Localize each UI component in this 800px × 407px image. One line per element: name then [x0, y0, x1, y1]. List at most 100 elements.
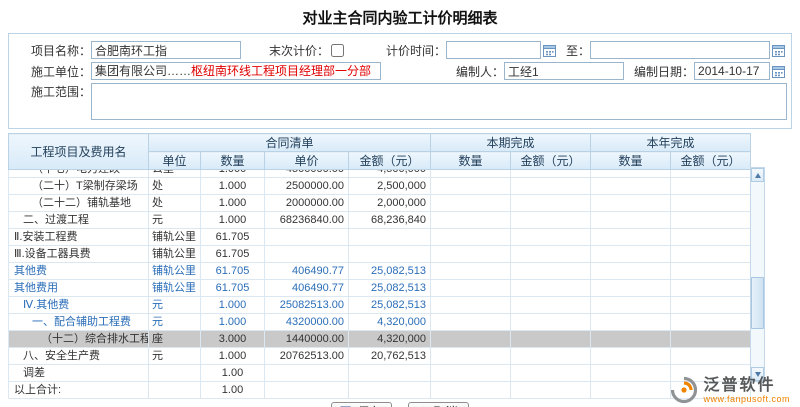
table-row[interactable]: 以上合计:1.00	[9, 382, 751, 399]
compiler-input[interactable]	[504, 62, 624, 80]
value-cell: 铺轨公里	[149, 280, 201, 297]
column-header-quantity: 数量	[591, 152, 671, 170]
value-cell	[591, 331, 671, 348]
table-row[interactable]: （十七）电力迁改公里1.0004500000.004,500,000	[9, 170, 751, 178]
value-cell	[511, 280, 591, 297]
value-cell	[671, 195, 751, 212]
value-cell	[431, 280, 511, 297]
value-cell	[265, 246, 349, 263]
scrollbar-thumb[interactable]	[751, 277, 764, 329]
scrollbar-track[interactable]	[751, 182, 764, 367]
table-row[interactable]: 二、过渡工程元1.00068236840.0068,236,840	[9, 212, 751, 229]
last-pricing-checkbox[interactable]	[331, 44, 344, 57]
scope-textarea[interactable]	[91, 83, 787, 120]
value-cell: 20,762,513	[349, 348, 431, 365]
value-cell	[349, 365, 431, 382]
save-button[interactable]: 保存	[331, 402, 392, 407]
column-header-item-name: 工程项目及费用名	[9, 134, 149, 170]
fanpu-logo-icon	[670, 376, 698, 404]
value-cell: 25,082,513	[349, 263, 431, 280]
to-label: 至：	[566, 42, 590, 59]
value-cell: 2000000.00	[265, 195, 349, 212]
table-row[interactable]: 一、配合辅助工程费元1.0004320000.004,320,000	[9, 314, 751, 331]
value-cell	[431, 297, 511, 314]
value-cell	[431, 365, 511, 382]
value-cell	[671, 229, 751, 246]
value-cell: 4,320,000	[349, 331, 431, 348]
value-cell: 2,500,000	[349, 178, 431, 195]
value-cell: 1.000	[201, 348, 265, 365]
value-cell	[431, 331, 511, 348]
value-cell: 1.000	[201, 195, 265, 212]
item-name-cell: Ⅱ.安装工程费	[9, 229, 149, 246]
table-row[interactable]: 八、安全生产费元1.00020762513.0020,762,513	[9, 348, 751, 365]
value-cell	[431, 382, 511, 399]
item-name-cell: 一、配合辅助工程费	[9, 314, 149, 331]
compiler-label: 编制人：	[456, 63, 504, 80]
scope-label: 施工范围：	[9, 83, 91, 100]
compile-date-input[interactable]	[694, 62, 770, 80]
pricing-time-input[interactable]	[446, 41, 541, 59]
value-cell: 4,320,000	[349, 314, 431, 331]
value-cell: 61.705	[201, 263, 265, 280]
value-cell: 公里	[149, 170, 201, 178]
group-header-current-year: 本年完成	[591, 134, 751, 152]
table-row[interactable]: （十二）综合排水工程（含给...座3.0001440000.004,320,00…	[9, 331, 751, 348]
value-cell: 68236840.00	[265, 212, 349, 229]
value-cell: 406490.77	[265, 263, 349, 280]
logo-url: www.fanpusoft.com	[703, 394, 790, 404]
column-header-amount: 金额（元）	[671, 152, 751, 170]
value-cell: 1.00	[201, 382, 265, 399]
value-cell	[591, 170, 671, 178]
table-row[interactable]: （二十二）铺轨基地处1.0002000000.002,000,000	[9, 195, 751, 212]
project-name-input[interactable]	[91, 41, 241, 59]
value-cell	[431, 178, 511, 195]
construction-unit-main: 枢纽南环线工程项目经理部一分部	[191, 64, 371, 78]
value-cell	[591, 178, 671, 195]
value-cell: 25,082,513	[349, 297, 431, 314]
item-name-cell: （二十二）铺轨基地	[9, 195, 149, 212]
table-row[interactable]: （二十）T梁制存梁场处1.0002500000.002,500,000	[9, 178, 751, 195]
form-row-3: 施工范围：	[9, 83, 787, 120]
calendar-icon[interactable]	[772, 65, 785, 78]
scroll-up-button[interactable]	[751, 168, 764, 182]
value-cell	[349, 229, 431, 246]
value-cell	[671, 331, 751, 348]
vertical-scrollbar[interactable]	[750, 167, 765, 382]
value-cell: 4500000.00	[265, 170, 349, 178]
value-cell: 406490.77	[265, 280, 349, 297]
fanpu-logo: 泛普软件 www.fanpusoft.com	[670, 376, 790, 404]
construction-unit-prefix: 集团有限公司……	[95, 64, 191, 78]
item-name-cell: 其他费用	[9, 280, 149, 297]
table-row[interactable]: 其他费用铺轨公里61.705406490.7725,082,513	[9, 280, 751, 297]
cancel-button[interactable]: 取消	[408, 402, 469, 407]
value-cell: 处	[149, 195, 201, 212]
group-header-contract-list: 合同清单	[149, 134, 431, 152]
compile-date-label: 编制日期：	[634, 63, 694, 80]
item-name-cell: 八、安全生产费	[9, 348, 149, 365]
value-cell: 25,082,513	[349, 280, 431, 297]
table-row[interactable]: 其他费铺轨公里61.705406490.7725,082,513	[9, 263, 751, 280]
value-cell	[511, 246, 591, 263]
table-row[interactable]: 调差1.00	[9, 365, 751, 382]
item-name-cell: Ⅳ.其他费	[9, 297, 149, 314]
value-cell: 1.000	[201, 314, 265, 331]
value-cell: 铺轨公里	[149, 263, 201, 280]
value-cell	[431, 348, 511, 365]
value-cell	[511, 348, 591, 365]
table-row[interactable]: Ⅱ.安装工程费铺轨公里61.705	[9, 229, 751, 246]
table-row[interactable]: Ⅲ.设备工器具费铺轨公里61.705	[9, 246, 751, 263]
calendar-icon[interactable]	[772, 44, 785, 57]
to-date-input[interactable]	[590, 41, 770, 59]
calendar-icon[interactable]	[543, 44, 556, 57]
column-header-amount: 金额（元）	[349, 152, 431, 170]
value-cell: 61.705	[201, 229, 265, 246]
value-cell	[349, 246, 431, 263]
item-name-cell: （二十）T梁制存梁场	[9, 178, 149, 195]
value-cell	[431, 229, 511, 246]
table-row[interactable]: Ⅳ.其他费元1.00025082513.0025,082,513	[9, 297, 751, 314]
pricing-time-label: 计价时间：	[376, 42, 446, 59]
construction-unit-field[interactable]: 集团有限公司……枢纽南环线工程项目经理部一分部	[91, 62, 381, 80]
value-cell: 61.705	[201, 280, 265, 297]
column-header-amount: 金额（元）	[511, 152, 591, 170]
